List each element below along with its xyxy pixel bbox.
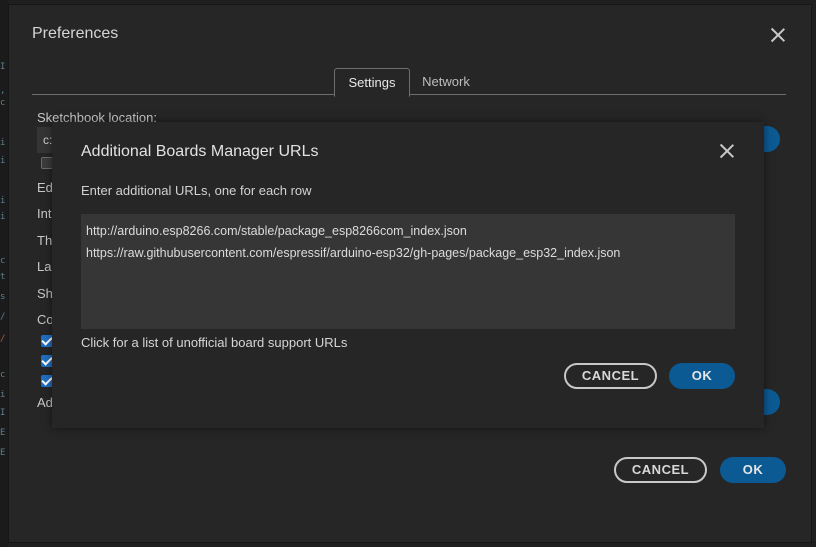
gutter-glyph: i — [0, 390, 6, 400]
gutter-glyph: E — [0, 428, 6, 438]
tab-network[interactable]: Network — [413, 68, 479, 95]
url-row: http://arduino.esp8266.com/stable/packag… — [86, 224, 467, 238]
modal-description: Enter additional URLs, one for each row — [81, 183, 312, 198]
partial-label-additional-urls: Ad — [37, 395, 53, 410]
gutter-glyph: s — [0, 292, 6, 302]
ok-button[interactable]: OK — [720, 457, 786, 483]
unofficial-urls-link[interactable]: Click for a list of unofficial board sup… — [81, 335, 347, 350]
gutter-glyph: , — [0, 86, 6, 96]
urls-textarea[interactable]: http://arduino.esp8266.com/stable/packag… — [81, 214, 735, 329]
cancel-button[interactable]: CANCEL — [614, 457, 707, 483]
tab-settings[interactable]: Settings — [334, 68, 410, 97]
modal-cancel-button[interactable]: CANCEL — [564, 363, 657, 389]
partial-label-language: La — [37, 259, 52, 274]
gutter-glyph: i — [0, 138, 6, 148]
partial-label-editor: Ed — [37, 180, 53, 195]
gutter-glyph: i — [0, 156, 6, 166]
gutter-glyph: / — [0, 334, 6, 344]
gutter-glyph: c — [0, 370, 6, 380]
gutter-glyph: I — [0, 62, 6, 72]
gutter-glyph: t — [0, 272, 6, 282]
gutter-glyph: E — [0, 448, 6, 458]
partial-label-interface: Int — [37, 206, 52, 221]
gutter-glyph: / — [0, 312, 6, 322]
boards-manager-urls-dialog: Additional Boards Manager URLs Enter add… — [52, 122, 764, 428]
editor-gutter: I , c i i i i c t s / / c i I E E — [0, 0, 8, 547]
modal-title: Additional Boards Manager URLs — [81, 143, 319, 160]
gutter-glyph: i — [0, 196, 6, 206]
preferences-title: Preferences — [32, 25, 119, 42]
modal-ok-button[interactable]: OK — [669, 363, 735, 389]
close-icon[interactable] — [719, 143, 735, 159]
partial-label-theme: Th — [37, 233, 53, 248]
gutter-glyph: c — [0, 98, 6, 108]
close-icon[interactable] — [770, 27, 786, 43]
url-row: https://raw.githubusercontent.com/espres… — [86, 246, 621, 260]
partial-label-show: Sh — [37, 286, 53, 301]
gutter-glyph: I — [0, 408, 6, 418]
gutter-glyph: i — [0, 212, 6, 222]
gutter-glyph: c — [0, 256, 6, 266]
